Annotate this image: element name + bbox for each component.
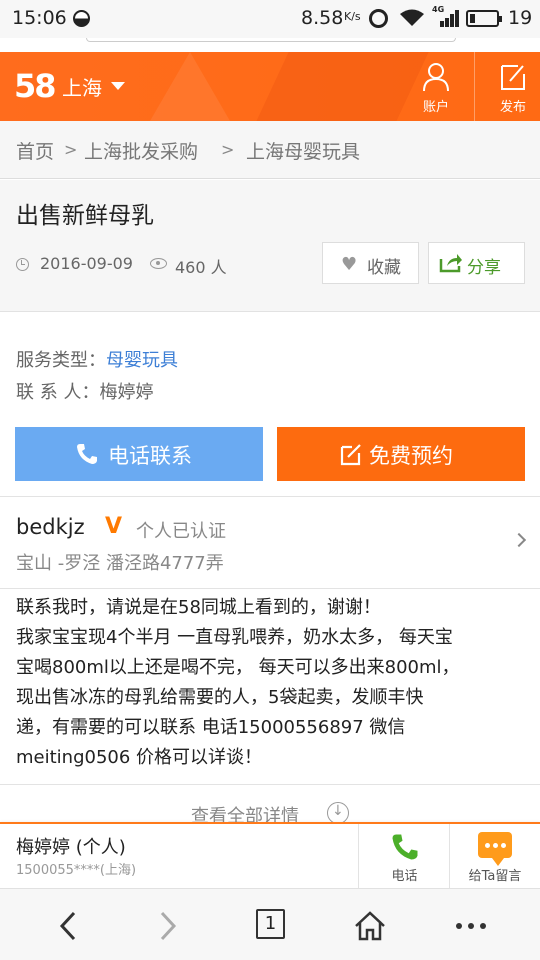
breadcrumb: 首页 > 上海批发采购 > 上海母婴玩具	[0, 121, 540, 179]
breadcrumb-category[interactable]: 上海批发采购	[84, 137, 198, 164]
share-icon	[439, 254, 462, 273]
share-button[interactable]: 分享	[428, 242, 525, 284]
status-bar: 15:06 8.58 K/s 4G 19	[0, 0, 540, 38]
favorite-button[interactable]: ♥ 收藏	[322, 242, 419, 284]
verified-text: 个人已认证	[136, 521, 226, 542]
description-line: 宝喝800ml以上还是喝不完， 每天可以多出来800ml，	[16, 657, 460, 678]
more-menu-button[interactable]	[421, 889, 521, 960]
eye-icon	[150, 258, 167, 269]
seller-username: bedkjz	[16, 515, 85, 539]
arrow-down-icon	[327, 802, 349, 824]
share-label: 分享	[467, 258, 501, 278]
description-line: 我家宝宝现4个半月 一直母乳喂养，奶水太多， 每天宝	[16, 627, 453, 648]
breadcrumb-subcategory[interactable]: 上海母婴玩具	[246, 137, 360, 164]
status-time: 15:06	[12, 7, 67, 29]
do-not-disturb-icon	[73, 10, 90, 27]
contact-person-row: 联 系 人：梅婷婷	[16, 378, 153, 404]
listing-description: 联系我时，请说是在58同城上看到的，谢谢！ 我家宝宝现4个半月 一直母乳喂养，奶…	[0, 589, 540, 785]
user-icon	[423, 63, 449, 92]
phone-icon	[77, 444, 97, 464]
call-button[interactable]: 电话联系	[15, 427, 263, 481]
battery-icon	[466, 10, 502, 27]
publish-button[interactable]: 发布	[474, 52, 540, 121]
net-speed: 8.58	[301, 7, 344, 29]
description-line: 联系我时，请说是在58同城上看到的，谢谢！	[16, 597, 381, 618]
view-all-details-button[interactable]: 查看全部详情	[0, 786, 540, 826]
account-button[interactable]: 账户	[401, 52, 471, 121]
forward-button[interactable]	[118, 889, 218, 960]
breadcrumb-separator: >	[64, 140, 78, 159]
contact-phone-masked: 1500055****(上海)	[16, 863, 137, 878]
phone-icon	[392, 834, 418, 860]
leave-message-button[interactable]: 给Ta留言	[449, 824, 540, 888]
service-type-link[interactable]: 母婴玩具	[106, 350, 178, 371]
service-type-label: 服务类型：	[16, 350, 106, 371]
chevron-down-icon[interactable]	[111, 82, 125, 90]
listing-info: 服务类型：母婴玩具 联 系 人：梅婷婷 电话联系 免费预约	[0, 312, 540, 496]
edit-icon	[501, 65, 525, 90]
book-label: 免费预约	[369, 444, 453, 468]
breadcrumb-separator: >	[221, 140, 235, 159]
verified-icon: V	[105, 514, 123, 539]
listing-title: 出售新鲜母乳	[16, 203, 154, 229]
home-button[interactable]	[320, 889, 420, 960]
service-type-row: 服务类型：母婴玩具	[16, 346, 178, 372]
call-label: 电话联系	[108, 444, 192, 468]
clock-icon	[16, 258, 29, 271]
description-line: 现出售冰冻的母乳给需要的人，5袋起卖，发顺丰快	[16, 687, 424, 708]
edit-icon	[340, 444, 361, 466]
city-selector[interactable]: 上海	[62, 72, 102, 101]
contact-person: 梅婷婷	[99, 382, 154, 403]
chevron-left-icon	[59, 911, 76, 941]
favorite-label: 收藏	[367, 258, 401, 278]
battery-level: 19	[508, 7, 533, 29]
book-button[interactable]: 免费预约	[277, 427, 525, 481]
site-logo[interactable]: 58	[14, 67, 57, 105]
seller-card[interactable]: bedkjz V 个人已认证 宝山 -罗泾 潘泾路4777弄	[0, 496, 540, 589]
more-icon	[456, 923, 486, 929]
description-line: meiting0506 价格可以详谈！	[16, 747, 263, 768]
contact-bar: 梅婷婷 (个人) 1500055****(上海) 电话 给Ta留言	[0, 822, 540, 888]
chevron-right-icon	[511, 532, 527, 548]
signal-icon	[432, 9, 460, 27]
phone-button-label: 电话	[391, 869, 418, 884]
message-button-label: 给Ta留言	[468, 869, 522, 884]
net-speed-unit: K/s	[344, 10, 361, 23]
tab-count: 1	[256, 909, 285, 939]
browser-toolbar: 1	[0, 888, 540, 960]
message-icon	[478, 832, 512, 866]
chevron-right-icon	[160, 911, 177, 941]
listing-title-block: 出售新鲜母乳 2016-09-09 460 人 ♥ 收藏 分享	[0, 180, 540, 312]
view-count: 460 人	[175, 258, 227, 277]
publish-label: 发布	[499, 100, 526, 115]
contact-label: 联 系 人：	[16, 382, 100, 403]
phone-call-button[interactable]: 电话	[358, 824, 450, 888]
account-label: 账户	[422, 100, 449, 115]
url-bar-edge	[86, 38, 456, 42]
heart-icon: ♥	[341, 254, 358, 275]
site-header: 58 上海 账户 发布	[0, 52, 540, 121]
post-date: 2016-09-09	[40, 254, 133, 273]
wifi-icon	[399, 8, 425, 33]
alarm-icon	[369, 9, 388, 28]
breadcrumb-home[interactable]: 首页	[16, 137, 54, 164]
seller-address: 宝山 -罗泾 潘泾路4777弄	[16, 553, 224, 574]
home-icon	[355, 911, 385, 941]
back-button[interactable]	[18, 889, 118, 960]
tabs-button[interactable]: 1	[220, 889, 320, 960]
description-line: 递，有需要的可以联系 电话15000556897 微信	[16, 717, 406, 738]
contact-name: 梅婷婷 (个人)	[16, 837, 126, 858]
